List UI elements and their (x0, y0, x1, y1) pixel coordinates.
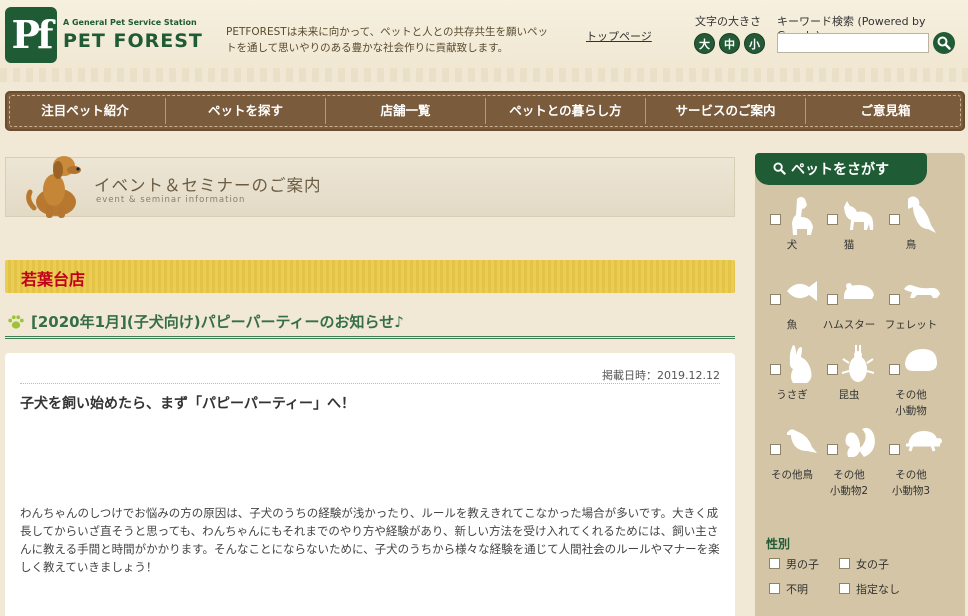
checkbox[interactable] (770, 214, 781, 225)
checkbox[interactable] (839, 583, 850, 594)
pet-option-cat[interactable]: 猫 (818, 193, 880, 273)
pet-label: その他 小動物 (895, 389, 927, 417)
article-lead: 子犬を飼い始めたら、まず「パピーパーティー」へ！ (20, 396, 356, 412)
checkbox[interactable] (827, 294, 838, 305)
hamster-icon (844, 283, 874, 299)
small-animal-icon (905, 349, 937, 371)
logo-mark[interactable]: Pf (5, 7, 57, 63)
page-title: イベント＆セミナーのご案内 (94, 176, 322, 195)
pet-option-insect[interactable]: 昆虫 (818, 343, 880, 423)
cat-icon (844, 201, 874, 230)
page-title-banner: イベント＆セミナーのご案内 event & seminar informatio… (5, 156, 735, 218)
pet-label: 魚 (786, 319, 798, 331)
pet-label: 昆虫 (838, 389, 860, 401)
checkbox[interactable] (889, 364, 900, 375)
site-header: Pf A General Pet Service Station PET FOR… (0, 0, 968, 82)
article-card: 掲載日時：2019.12.12 子犬を飼い始めたら、まず「パピーパーティー」へ！… (5, 353, 735, 616)
nav-store-list[interactable]: 店舗一覧 (325, 98, 485, 124)
nav-find-pets[interactable]: ペットを探す (165, 98, 325, 124)
pet-option-bird[interactable]: 鳥 (880, 193, 942, 273)
checkbox[interactable] (770, 444, 781, 455)
pet-search-sidebar: ペットをさがす 犬 猫 鳥 魚 ハムスター フェレット うさぎ 昆虫 その他 小… (755, 153, 965, 616)
beetle-icon (841, 345, 875, 382)
checkbox[interactable] (889, 444, 900, 455)
font-size-large-button[interactable]: 大 (694, 33, 715, 54)
checkbox[interactable] (770, 294, 781, 305)
fish-icon (787, 281, 817, 301)
pet-label: うさぎ (776, 389, 808, 401)
pet-label: 犬 (786, 239, 798, 251)
checkbox[interactable] (889, 294, 900, 305)
ferret-icon (904, 285, 940, 298)
squirrel-icon (845, 427, 875, 457)
bird-icon (908, 196, 936, 233)
pet-option-other-bird[interactable]: その他鳥 (761, 423, 823, 503)
search-icon (773, 162, 786, 175)
gender-option-male[interactable]: 男の子 (769, 556, 819, 572)
article-heading: [2020年1月](子犬向け)パピーパーティーのお知らせ♪ (5, 308, 735, 339)
checkbox[interactable] (827, 444, 838, 455)
store-heading-bar: 若葉台店 (5, 260, 735, 293)
checkbox[interactable] (827, 364, 838, 375)
article-title: [2020年1月](子犬向け)パピーパーティーのお知らせ♪ (31, 313, 404, 331)
gender-option-unknown[interactable]: 不明 (769, 581, 808, 597)
rabbit-icon (789, 345, 812, 383)
pet-label: その他 小動物3 (891, 469, 931, 497)
gender-option-any[interactable]: 指定なし (839, 581, 900, 597)
pet-option-small-animal-2[interactable]: その他 小動物2 (818, 423, 880, 503)
font-size-medium-button[interactable]: 中 (719, 33, 740, 54)
top-page-link[interactable]: トップページ (586, 28, 652, 44)
search-input[interactable] (777, 33, 929, 53)
sidebar-header: ペットをさがす (755, 153, 927, 185)
gender-heading: 性別 (766, 537, 791, 551)
pet-option-ferret[interactable]: フェレット (880, 273, 942, 353)
option-label: 指定なし (856, 583, 900, 596)
checkbox[interactable] (769, 558, 780, 569)
turtle-icon (906, 431, 942, 452)
tagline: PETFORESTは未来に向かって、ペットと人との共存共生を願いペットを通して思… (226, 26, 549, 54)
pet-option-rabbit[interactable]: うさぎ (761, 343, 823, 423)
checkbox[interactable] (889, 214, 900, 225)
logo-subtitle: A General Pet Service Station (63, 18, 197, 27)
sidebar-title: ペットをさがす (791, 162, 889, 178)
store-name: 若葉台店 (21, 270, 86, 289)
page-subtitle: event & seminar information (96, 195, 246, 205)
pet-label: ハムスター (822, 319, 876, 331)
global-nav: 注目ペット紹介 ペットを探す 店舗一覧 ペットとの暮らし方 サービスのご案内 ご… (5, 91, 965, 131)
pet-label: その他 小動物2 (829, 469, 869, 497)
font-size-label: 文字の大きさ (695, 15, 761, 28)
option-label: 男の子 (786, 558, 819, 571)
pet-option-hamster[interactable]: ハムスター (818, 273, 880, 353)
pet-label: その他鳥 (771, 469, 813, 481)
nav-services[interactable]: サービスのご案内 (645, 98, 805, 124)
pet-label: 猫 (843, 239, 855, 251)
article-body: わんちゃんのしつけでお悩みの方の原因は、子犬のうちの経験が浅かったり、ルールを教… (20, 506, 720, 574)
gender-option-female[interactable]: 女の子 (839, 556, 889, 572)
checkbox[interactable] (827, 214, 838, 225)
checkbox[interactable] (769, 583, 780, 594)
nav-feedback[interactable]: ご意見箱 (805, 98, 965, 124)
other-bird-icon (787, 429, 817, 453)
dog-icon (792, 197, 813, 235)
pet-label: フェレット (884, 319, 938, 331)
pet-option-fish[interactable]: 魚 (761, 273, 823, 353)
search-button[interactable] (933, 32, 955, 54)
search-icon (937, 36, 951, 50)
logo-text[interactable]: PET FOREST (63, 30, 203, 52)
nav-living-with-pets[interactable]: ペットとの暮らし方 (485, 98, 645, 124)
checkbox[interactable] (770, 364, 781, 375)
nav-featured-pets[interactable]: 注目ペット紹介 (5, 98, 165, 124)
dog-illustration (26, 156, 81, 218)
option-label: 不明 (786, 583, 808, 596)
font-size-small-button[interactable]: 小 (744, 33, 765, 54)
checkbox[interactable] (839, 558, 850, 569)
pet-option-small-animal-3[interactable]: その他 小動物3 (880, 423, 942, 503)
pet-option-small-animal[interactable]: その他 小動物 (880, 343, 942, 423)
option-label: 女の子 (856, 558, 889, 571)
pet-label: 鳥 (905, 239, 917, 251)
post-date: 掲載日時：2019.12.12 (20, 370, 720, 384)
paw-icon (8, 315, 24, 329)
pet-option-dog[interactable]: 犬 (761, 193, 823, 273)
